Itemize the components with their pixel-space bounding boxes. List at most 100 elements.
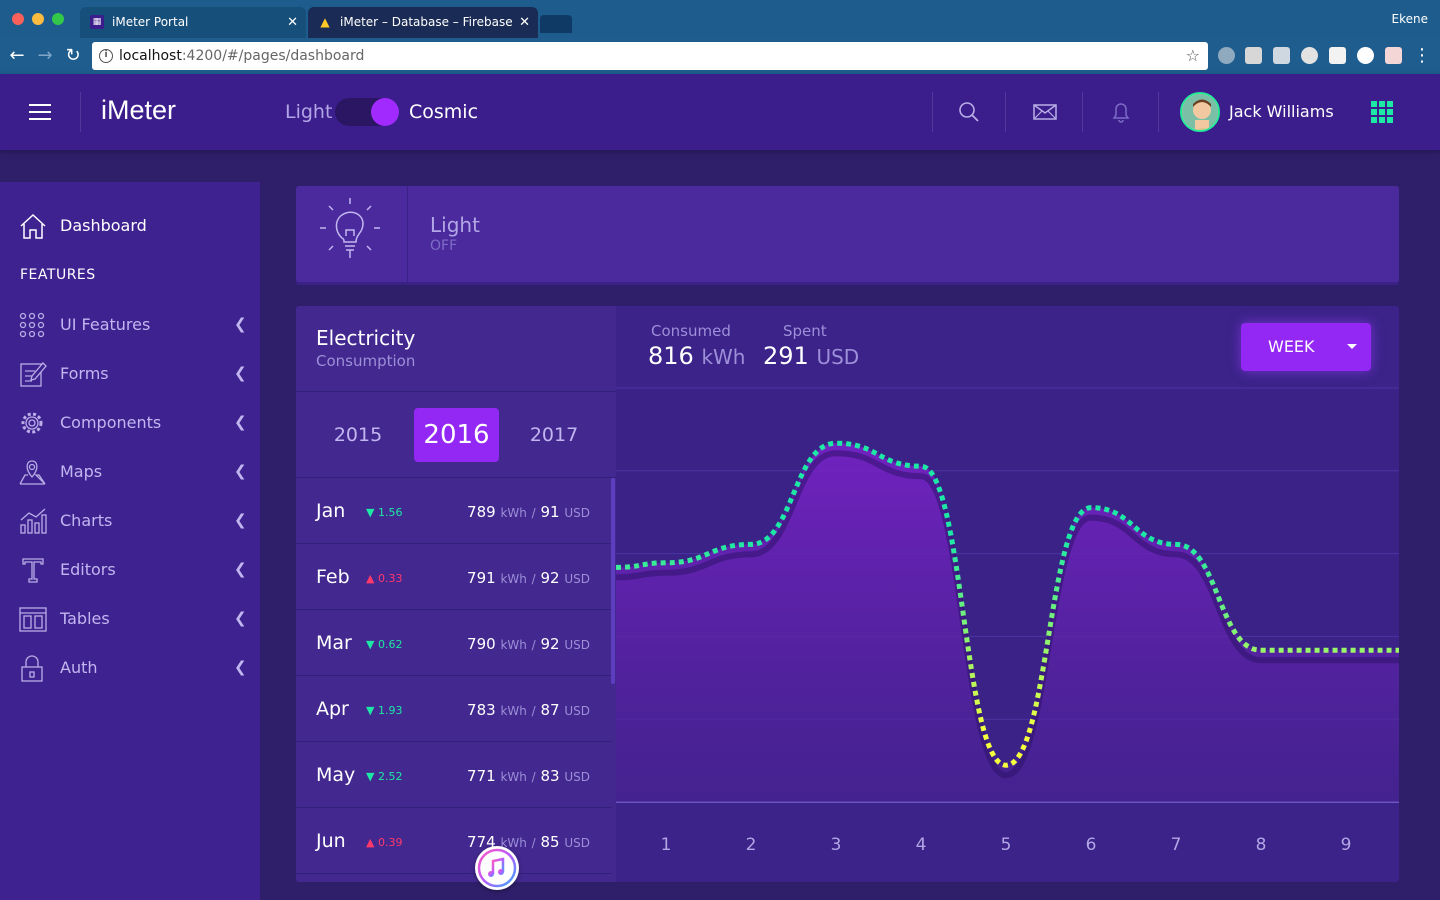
triangle-down-icon: ▼ — [366, 638, 375, 651]
sidebar-item-dashboard[interactable]: Dashboard — [0, 206, 260, 246]
extension-red-icon[interactable] — [1385, 47, 1402, 64]
month-delta: ▼ 1.56 — [366, 506, 402, 519]
back-arrow-icon[interactable]: ← — [5, 44, 29, 68]
month-row[interactable]: Mar ▼ 0.62 790 kWh / 92 USD — [296, 610, 612, 676]
features-heading: FEATURES — [20, 267, 96, 283]
triangle-down-icon: ▼ — [366, 770, 375, 783]
bell-icon[interactable] — [1109, 100, 1133, 124]
theme-light-label: Light — [285, 101, 333, 123]
light-status: OFF — [430, 238, 458, 254]
year-tab-2017[interactable]: 2017 — [514, 408, 594, 462]
month-value: 783 kWh / 87 USD — [467, 701, 590, 719]
mail-icon[interactable] — [1033, 100, 1057, 124]
sidebar-item-forms[interactable]: Forms ❮ — [0, 354, 260, 394]
text-icon — [22, 558, 44, 583]
user-name[interactable]: Jack Williams — [1229, 102, 1334, 121]
brand-logo[interactable]: iMeter — [101, 95, 176, 126]
sidebar-item-label: Maps — [60, 462, 103, 481]
sidebar-item-ui-features[interactable]: UI Features ❮ — [0, 305, 260, 345]
chevron-left-icon: ❮ — [234, 462, 247, 480]
theme-toggle[interactable] — [335, 98, 399, 126]
favicon-icon: ▦ — [90, 15, 104, 29]
year-tab-2016[interactable]: 2016 — [414, 408, 499, 462]
sidebar-item-label: Editors — [60, 560, 116, 579]
close-icon[interactable]: ✕ — [287, 7, 298, 38]
month-delta: ▼ 2.52 — [366, 770, 402, 783]
light-bulb-icon — [320, 198, 380, 258]
month-row[interactable]: Apr ▼ 1.93 783 kWh / 87 USD — [296, 676, 612, 742]
itunes-icon[interactable] — [475, 846, 519, 890]
info-icon[interactable]: i — [99, 49, 113, 63]
month-row[interactable]: Jun ▲ 0.39 774 kWh / 85 USD — [296, 808, 612, 874]
edit-icon — [20, 362, 47, 387]
reload-icon[interactable]: ↻ — [61, 44, 85, 68]
url-host: localhost — [119, 48, 182, 64]
address-bar[interactable]: i localhost:4200/#/pages/dashboard ☆ — [92, 42, 1208, 70]
x-tick-label: 6 — [1086, 835, 1097, 855]
sidebar-item-components[interactable]: Components ❮ — [0, 403, 260, 443]
separator: / — [531, 836, 536, 850]
maximize-window-button[interactable] — [52, 13, 64, 25]
browser-menu-icon[interactable]: ⋮ — [1410, 44, 1434, 68]
month-row[interactable]: Jan ▼ 1.56 789 kWh / 91 USD — [296, 478, 612, 544]
sidebar: Dashboard FEATURES UI Features ❮ Forms ❮ — [0, 182, 260, 900]
sidebar-item-editors[interactable]: Editors ❮ — [0, 550, 260, 590]
year-tab-2015[interactable]: 2015 — [318, 408, 398, 462]
sidebar-item-tables[interactable]: Tables ❮ — [0, 599, 260, 639]
electricity-title: Electricity — [316, 326, 416, 350]
extension-cog-icon[interactable] — [1301, 47, 1318, 64]
bookmark-star-icon[interactable]: ☆ — [1186, 42, 1200, 70]
extension-circle-icon[interactable] — [1357, 47, 1374, 64]
theme-cosmic-label: Cosmic — [409, 101, 479, 123]
scrollbar[interactable] — [611, 478, 615, 684]
hamburger-menu-icon[interactable] — [29, 104, 51, 121]
extension-shield-icon[interactable] — [1273, 47, 1290, 64]
x-tick-label: 2 — [746, 835, 757, 855]
data-point — [918, 463, 924, 469]
x-tick-label: 3 — [831, 835, 842, 855]
browser-tab-firebase[interactable]: ▲ iMeter – Database – Firebase c ✕ — [308, 7, 538, 38]
apps-grid-icon[interactable] — [1371, 101, 1393, 123]
usd-unit: USD — [564, 836, 590, 850]
toggle-knob — [371, 98, 399, 126]
minimize-window-button[interactable] — [32, 13, 44, 25]
search-icon[interactable] — [957, 100, 981, 124]
month-delta-value: 1.93 — [377, 704, 403, 717]
light-status-card[interactable]: Light OFF — [296, 186, 1399, 282]
month-row[interactable]: Feb ▲ 0.33 791 kWh / 92 USD — [296, 544, 612, 610]
forward-arrow-icon[interactable]: → — [33, 44, 57, 68]
data-point — [663, 560, 669, 566]
tab-title: iMeter Portal — [112, 15, 189, 29]
month-value: 771 kWh / 83 USD — [467, 767, 590, 785]
light-title: Light — [430, 213, 480, 237]
kwh-unit: kWh — [500, 638, 527, 652]
usd-unit: USD — [564, 770, 590, 784]
browser-profile-name[interactable]: Ekene — [1392, 12, 1428, 26]
triangle-up-icon: ▲ — [366, 836, 375, 849]
extension-square-icon[interactable] — [1329, 47, 1346, 64]
extension-jb-icon[interactable] — [1245, 47, 1262, 64]
month-name: Jun — [316, 830, 346, 852]
sidebar-item-maps[interactable]: Maps ❮ — [0, 452, 260, 492]
month-value: 791 kWh / 92 USD — [467, 569, 590, 587]
month-row[interactable]: May ▼ 2.52 771 kWh / 83 USD — [296, 742, 612, 808]
triangle-up-icon: ▲ — [366, 572, 375, 585]
browser-tab-imeter-portal[interactable]: ▦ iMeter Portal ✕ — [80, 7, 306, 38]
sidebar-item-label: UI Features — [60, 315, 151, 334]
x-tick-label: 1 — [661, 835, 672, 855]
close-icon[interactable]: ✕ — [515, 7, 530, 38]
usd-value: 83 — [540, 767, 560, 785]
avatar[interactable] — [1180, 92, 1220, 132]
consumption-chart-panel: Consumed 816 kWh Spent 291 USD WEEK 1234… — [616, 306, 1399, 882]
sidebar-item-charts[interactable]: Charts ❮ — [0, 501, 260, 541]
electricity-card: Electricity Consumption 2015 2016 2017 J… — [296, 306, 1399, 882]
month-delta: ▲ 0.39 — [366, 836, 402, 849]
new-tab-button[interactable] — [540, 15, 572, 33]
extension-gear-icon[interactable] — [1218, 47, 1235, 64]
close-window-button[interactable] — [12, 13, 24, 25]
sidebar-item-auth[interactable]: Auth ❮ — [0, 648, 260, 688]
kwh-unit: kWh — [500, 704, 527, 718]
firebase-icon: ▲ — [320, 15, 330, 29]
consumption-panel: Electricity Consumption 2015 2016 2017 J… — [296, 306, 616, 882]
month-delta: ▼ 0.62 — [366, 638, 402, 651]
